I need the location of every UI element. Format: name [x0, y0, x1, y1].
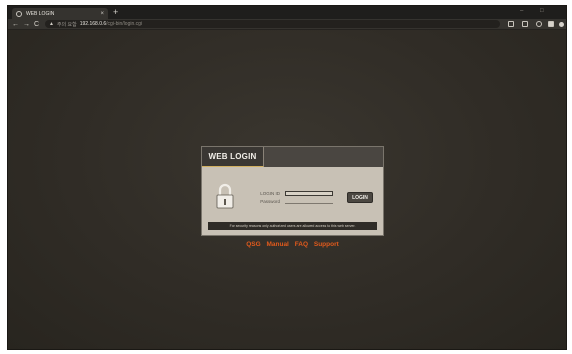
warning-icon[interactable]: ▲ — [49, 21, 54, 27]
address-bar[interactable]: ▲ 주의 요함 192.168.0.6 /cgi-bin/login.cgi — [45, 20, 500, 28]
share-icon[interactable] — [522, 21, 528, 27]
reload-button[interactable]: C — [34, 20, 39, 29]
bookmark-star-icon[interactable] — [536, 21, 542, 27]
translate-icon[interactable] — [508, 21, 514, 27]
password-label: Password — [260, 199, 280, 204]
security-notice: For security reasons only authorized use… — [208, 222, 377, 230]
login-header-tab: WEB LOGIN — [202, 147, 264, 167]
login-id-input[interactable] — [285, 191, 333, 196]
password-input[interactable] — [285, 199, 333, 204]
login-title: WEB LOGIN — [208, 152, 257, 161]
padlock-icon — [216, 183, 234, 209]
forward-button[interactable]: → — [23, 20, 30, 29]
login-id-label: LOGIN ID — [260, 191, 280, 196]
globe-icon — [16, 10, 22, 17]
login-button[interactable]: LOGIN — [347, 192, 373, 203]
side-panel-icon[interactable] — [548, 21, 554, 27]
login-panel: WEB LOGIN LOGIN ID Password LOGIN For se… — [201, 146, 384, 236]
tab-strip: WEB LOGIN × + – □ — [8, 6, 566, 19]
url-host: 192.168.0.6 — [79, 21, 107, 27]
login-header: WEB LOGIN — [202, 147, 383, 167]
link-faq[interactable]: FAQ — [295, 241, 308, 248]
new-tab-button[interactable]: + — [113, 7, 118, 18]
tab-title: WEB LOGIN — [26, 10, 55, 17]
browser-toolbar: ← → C ▲ 주의 요함 192.168.0.6 /cgi-bin/login… — [8, 19, 566, 30]
help-links: QSG Manual FAQ Support — [201, 241, 384, 248]
link-qsg[interactable]: QSG — [246, 241, 260, 248]
back-button[interactable]: ← — [12, 20, 19, 29]
tab-web-login[interactable]: WEB LOGIN × — [12, 8, 108, 19]
maximize-icon[interactable]: □ — [540, 8, 544, 14]
link-support[interactable]: Support — [314, 241, 339, 248]
page-viewport: WEB LOGIN LOGIN ID Password LOGIN For se… — [8, 30, 566, 349]
browser-window: WEB LOGIN × + – □ ← → C ▲ 주의 요함 192.168.… — [7, 5, 567, 350]
url-path: /cgi-bin/login.cgi — [106, 21, 143, 27]
minimize-icon[interactable]: – — [520, 8, 523, 14]
link-manual[interactable]: Manual — [266, 241, 288, 248]
profile-icon[interactable] — [559, 22, 564, 27]
not-secure-label: 주의 요함 — [56, 21, 77, 28]
close-tab-icon[interactable]: × — [100, 11, 104, 17]
